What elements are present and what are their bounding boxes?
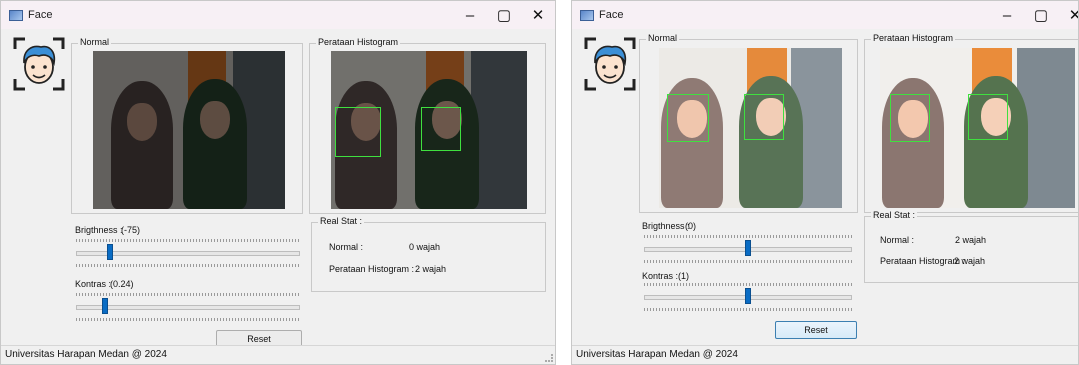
normal-group-label: Normal (78, 37, 112, 47)
real-stat-label: Real Stat : (871, 210, 918, 220)
face-scan-logo-icon (13, 37, 65, 91)
brightness-slider-thumb[interactable] (107, 244, 113, 260)
minimize-button[interactable]: ‒ (453, 1, 487, 29)
histogram-camera-image (331, 51, 527, 209)
close-button[interactable]: ✕ (521, 1, 555, 29)
histogram-group: Perataan Histogram (864, 33, 1078, 213)
brightness-slider[interactable] (76, 238, 300, 268)
maximize-button[interactable]: ▢ (1024, 1, 1058, 29)
brightness-label: Brigthness : (75, 225, 123, 235)
normal-group-label: Normal (646, 33, 680, 43)
app-icon (9, 9, 23, 21)
window-content: Normal Perataan Histogram Brigthness: (… (572, 29, 1078, 346)
maximize-button[interactable]: ▢ (487, 1, 521, 29)
normal-count-label: Normal : (329, 242, 364, 252)
title-bar: Face ‒ ▢ ✕ (1, 1, 555, 29)
real-stat-label: Real Stat : (318, 216, 365, 226)
real-stat-group: Real Stat : Normal : 2 wajah Perataan Hi… (864, 210, 1078, 283)
face-detection-box (335, 107, 381, 157)
app-icon (580, 9, 594, 21)
face-detection-box (968, 94, 1008, 140)
contrast-slider-thumb[interactable] (745, 288, 751, 304)
face-scan-logo-icon (584, 37, 636, 91)
status-bar: Universitas Harapan Medan @ 2024 (572, 345, 1078, 364)
brightness-label: Brigthness : (642, 221, 690, 231)
normal-camera-image (659, 48, 842, 208)
contrast-label: Kontras : (75, 279, 112, 289)
contrast-slider[interactable] (76, 292, 300, 322)
normal-count-value: 0 wajah (409, 242, 441, 252)
histogram-group: Perataan Histogram (309, 37, 546, 214)
brightness-value: (0) (685, 221, 696, 231)
histogram-count-value: 2 wajah (415, 264, 447, 274)
status-bar: Universitas Harapan Medan @ 2024 (1, 345, 555, 364)
contrast-value: (0.24) (110, 279, 134, 289)
resize-grip-icon[interactable] (545, 354, 553, 362)
real-stat-group: Real Stat : Normal : 0 wajah Perataan Hi… (311, 216, 546, 292)
normal-group: Normal (71, 37, 303, 214)
brightness-value: (-75) (121, 225, 141, 235)
histogram-count-label: Perataan Histogram : (880, 256, 966, 266)
normal-camera-image (93, 51, 285, 209)
histogram-count-label: Perataan Histogram : (329, 264, 415, 274)
brightness-slider-thumb[interactable] (745, 240, 751, 256)
brightness-slider[interactable] (644, 234, 852, 264)
right-face-window: Face ‒ ▢ ✕ Normal (571, 0, 1079, 365)
contrast-slider-thumb[interactable] (102, 298, 108, 314)
face-detection-box (744, 94, 784, 140)
contrast-value: (1) (678, 271, 689, 281)
minimize-button[interactable]: ‒ (990, 1, 1024, 29)
face-detection-box (890, 94, 930, 142)
face-detection-box (421, 107, 461, 151)
window-content: Normal Perataan Histogram Brigthness: (… (1, 29, 555, 348)
close-button[interactable]: ✕ (1058, 1, 1078, 29)
face-detection-box (667, 94, 709, 142)
histogram-group-label: Perataan Histogram (316, 37, 401, 47)
histogram-count-value: 2 wajah (954, 256, 986, 266)
histogram-group-label: Perataan Histogram (871, 33, 956, 43)
normal-count-label: Normal : (880, 235, 915, 245)
contrast-slider[interactable] (644, 282, 852, 312)
histogram-camera-image (880, 48, 1075, 208)
title-bar: Face ‒ ▢ ✕ (572, 1, 1078, 29)
reset-button[interactable]: Reset (775, 321, 857, 339)
left-face-window: Face ‒ ▢ ✕ Normal Perataan Histogram Bri… (0, 0, 556, 365)
normal-count-value: 2 wajah (955, 235, 987, 245)
contrast-label: Kontras : (642, 271, 679, 281)
window-title: Face (28, 9, 53, 21)
normal-group: Normal (639, 33, 858, 213)
window-title: Face (599, 9, 624, 21)
